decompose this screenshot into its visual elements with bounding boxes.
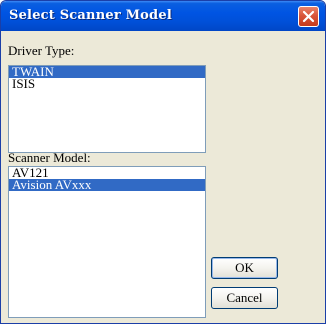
driver-type-label: Driver Type: [8,43,75,58]
driver-type-item-isis[interactable]: ISIS [9,77,205,90]
title-bar[interactable]: Select Scanner Model [1,1,325,31]
close-button[interactable] [298,6,319,27]
ok-button[interactable]: OK [211,257,278,279]
scanner-model-item-avision-avxxx[interactable]: Avision AVxxx [9,178,205,191]
select-scanner-model-dialog: Select Scanner Model Driver Type: TWAIN … [0,0,326,324]
scanner-model-label: Scanner Model: [8,150,91,165]
dialog-client-area: Driver Type: TWAIN ISIS Scanner Model: A… [4,31,322,320]
close-icon [302,10,315,23]
window-title: Select Scanner Model [9,8,172,23]
driver-type-item-twain[interactable]: TWAIN [9,65,205,78]
scanner-model-listbox[interactable]: AV121 Avision AVxxx [8,166,206,318]
driver-type-listbox[interactable]: TWAIN ISIS [8,65,206,153]
cancel-button[interactable]: Cancel [211,287,278,309]
